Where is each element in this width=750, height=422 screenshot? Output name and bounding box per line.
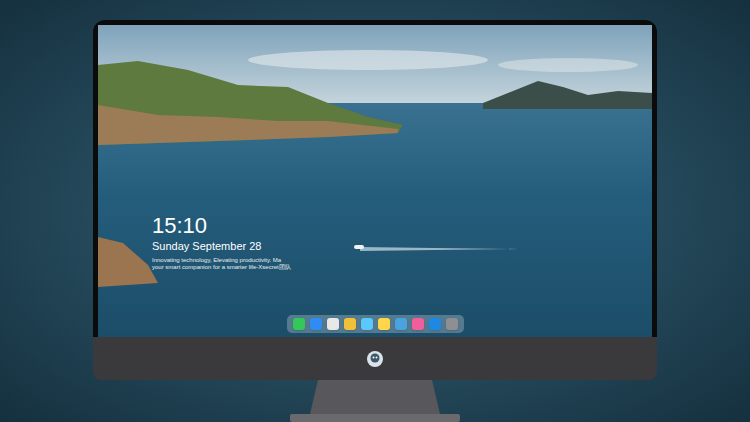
monitor-bezel: 15:10Sunday September 28 Innovating techn… [93,20,657,337]
brand-logo-icon [366,350,384,368]
clock-time: 15:10 [152,213,652,239]
monitor: 15:10Sunday September 28 Innovating techn… [93,20,657,380]
dock-app-icon[interactable] [361,318,373,330]
dock-app-icon[interactable] [412,318,424,330]
clock-block: 15:10Sunday September 28 Innovating techn… [152,213,652,271]
page: 15:10Sunday September 28 Innovating techn… [0,0,750,422]
dock [287,315,464,333]
dock-app-icon[interactable] [293,318,305,330]
screen: 15:10Sunday September 28 Innovating techn… [98,25,652,337]
monitor-chin [93,337,657,380]
wallpaper-icon [98,25,652,337]
tagline-line: Innovating technology, Elevating product… [152,257,652,264]
tagline-line: your smart companion for a smarter life-… [152,264,652,271]
dock-app-icon[interactable] [310,318,322,330]
clock-date: Sunday September 28 [152,239,652,253]
dock-app-icon[interactable] [378,318,390,330]
dock-app-icon[interactable] [344,318,356,330]
dock-app-icon[interactable] [446,318,458,330]
lock-screen: 15:10Sunday September 28 Innovating techn… [98,25,652,337]
dock-app-icon[interactable] [429,318,441,330]
dock-app-icon[interactable] [395,318,407,330]
monitor-stand-icon [290,380,460,422]
tagline: Innovating technology, Elevating product… [152,257,652,271]
dock-app-icon[interactable] [327,318,339,330]
